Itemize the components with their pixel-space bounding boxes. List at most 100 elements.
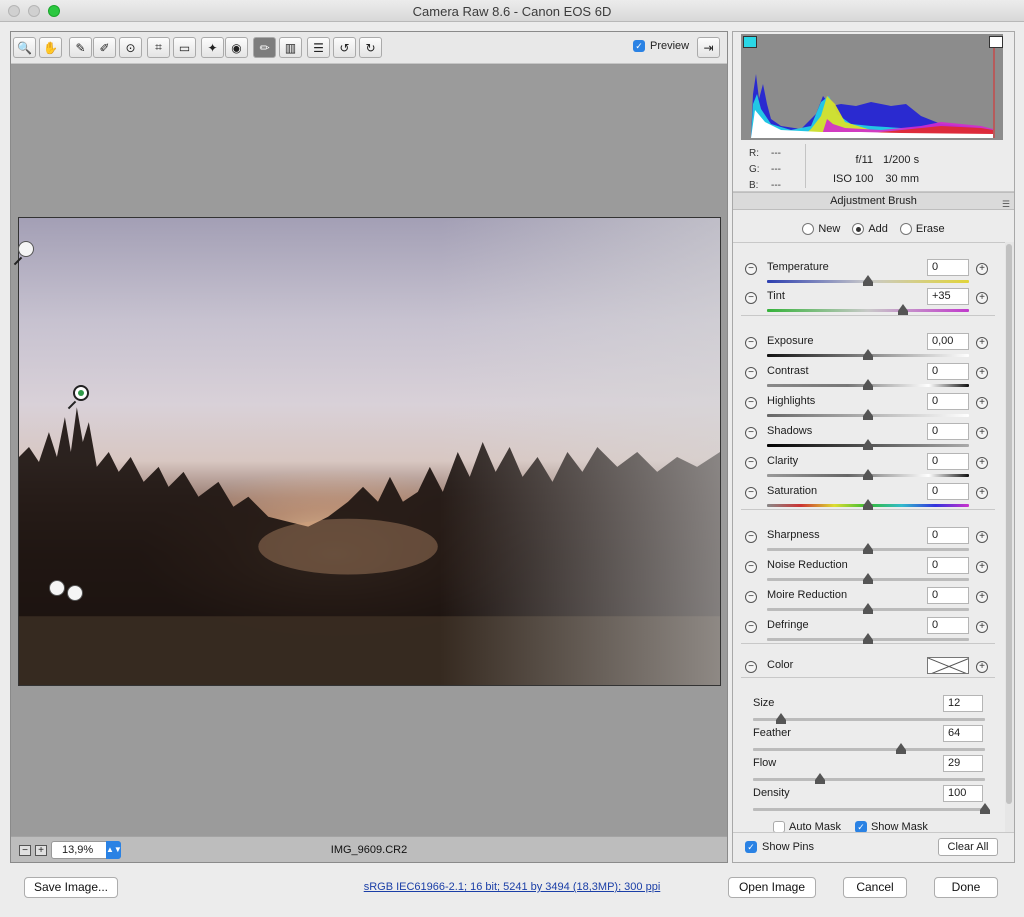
- highlight-clipping-icon[interactable]: [989, 36, 1003, 48]
- graduated-filter-tool[interactable]: ▥: [279, 37, 302, 58]
- preview-checkbox[interactable]: ✓: [633, 40, 645, 52]
- white-balance-tool[interactable]: ✎: [69, 37, 92, 58]
- show-mask-checkbox[interactable]: ✓: [854, 821, 867, 832]
- adjustment-pin[interactable]: [49, 580, 65, 596]
- panel-menu-icon[interactable]: ☰: [1002, 196, 1010, 212]
- show-pins-checkbox[interactable]: ✓: [745, 841, 757, 853]
- noise-reduction-thumb[interactable]: [863, 573, 873, 584]
- increase-defringe-button[interactable]: +: [976, 621, 988, 633]
- clear-all-button[interactable]: Clear All: [938, 838, 998, 856]
- auto-mask-checkbox[interactable]: [773, 821, 785, 832]
- exposure-thumb[interactable]: [863, 349, 873, 360]
- moire-reduction-thumb[interactable]: [863, 603, 873, 614]
- decrease-highlights-button[interactable]: −: [745, 397, 757, 409]
- highlights-thumb[interactable]: [863, 409, 873, 420]
- show-pins-toggle[interactable]: ✓ Show Pins: [745, 841, 814, 853]
- tint-track[interactable]: [767, 309, 969, 312]
- panel-scrollbar[interactable]: [1005, 242, 1014, 832]
- noise-reduction-value-field[interactable]: 0: [927, 557, 969, 574]
- saturation-thumb[interactable]: [863, 499, 873, 510]
- color-sampler-tool[interactable]: ✐: [93, 37, 116, 58]
- increase-exposure-button[interactable]: +: [976, 337, 988, 349]
- shadows-thumb[interactable]: [863, 439, 873, 450]
- spot-removal-tool[interactable]: ✦: [201, 37, 224, 58]
- temperature-thumb[interactable]: [863, 275, 873, 286]
- increase-highlights-button[interactable]: +: [976, 397, 988, 409]
- defringe-thumb[interactable]: [863, 633, 873, 644]
- brush-flow-value-field[interactable]: 29: [943, 755, 983, 772]
- decrease-temperature-button[interactable]: −: [745, 263, 757, 275]
- brush-flow-track[interactable]: [753, 778, 985, 781]
- targeted-adjustment-tool[interactable]: ⊙: [119, 37, 142, 58]
- image-canvas[interactable]: [11, 65, 727, 836]
- increase-noise-reduction-button[interactable]: +: [976, 561, 988, 573]
- increase-moire-reduction-button[interactable]: +: [976, 591, 988, 603]
- exposure-value-field[interactable]: 0,00: [927, 333, 969, 350]
- defringe-value-field[interactable]: 0: [927, 617, 969, 634]
- clarity-value-field[interactable]: 0: [927, 453, 969, 470]
- contrast-value-field[interactable]: 0: [927, 363, 969, 380]
- brush-size-value-field[interactable]: 12: [943, 695, 983, 712]
- increase-contrast-button[interactable]: +: [976, 367, 988, 379]
- brush-feather-thumb[interactable]: [896, 743, 907, 754]
- brush-density-value-field[interactable]: 100: [943, 785, 983, 802]
- increase-temperature-button[interactable]: +: [976, 263, 988, 275]
- saturation-value-field[interactable]: 0: [927, 483, 969, 500]
- decrease-shadows-button[interactable]: −: [745, 427, 757, 439]
- contrast-thumb[interactable]: [863, 379, 873, 390]
- shadows-value-field[interactable]: 0: [927, 423, 969, 440]
- brush-density-thumb[interactable]: [980, 803, 990, 814]
- preferences-button[interactable]: ☰: [307, 37, 330, 58]
- mode-new-radio[interactable]: New: [802, 218, 840, 240]
- increase-sharpness-button[interactable]: +: [976, 531, 988, 543]
- show-mask-toggle[interactable]: ✓ Show Mask: [854, 821, 928, 832]
- hand-tool[interactable]: ✋: [39, 37, 62, 58]
- open-image-button[interactable]: Open Image: [728, 877, 816, 898]
- adjustment-brush-tool[interactable]: ✏: [253, 37, 276, 58]
- brush-density-track[interactable]: [753, 808, 985, 811]
- sharpness-thumb[interactable]: [863, 543, 873, 554]
- rotate-ccw-button[interactable]: ↺: [333, 37, 356, 58]
- decrease-defringe-button[interactable]: −: [745, 621, 757, 633]
- highlights-value-field[interactable]: 0: [927, 393, 969, 410]
- straighten-tool[interactable]: ▭: [173, 37, 196, 58]
- selected-adjustment-pin[interactable]: [73, 385, 89, 401]
- sharpness-value-field[interactable]: 0: [927, 527, 969, 544]
- add-color-button[interactable]: +: [976, 661, 988, 673]
- rotate-cw-button[interactable]: ↻: [359, 37, 382, 58]
- decrease-sharpness-button[interactable]: −: [745, 531, 757, 543]
- scrollbar-thumb[interactable]: [1006, 244, 1012, 804]
- preview-toggle[interactable]: ✓ Preview: [633, 40, 689, 52]
- photo-preview[interactable]: [18, 217, 721, 686]
- brush-size-thumb[interactable]: [775, 713, 786, 724]
- zoom-tool[interactable]: 🔍: [13, 37, 36, 58]
- adjustment-pin[interactable]: [67, 585, 83, 601]
- decrease-clarity-button[interactable]: −: [745, 457, 757, 469]
- cancel-button[interactable]: Cancel: [843, 877, 907, 898]
- color-swatch[interactable]: [927, 657, 969, 674]
- moire-reduction-value-field[interactable]: 0: [927, 587, 969, 604]
- brush-flow-thumb[interactable]: [815, 773, 826, 784]
- crop-tool[interactable]: ⌗: [147, 37, 170, 58]
- mode-add-radio[interactable]: Add: [852, 218, 888, 240]
- decrease-moire-reduction-button[interactable]: −: [745, 591, 757, 603]
- increase-clarity-button[interactable]: +: [976, 457, 988, 469]
- brush-feather-value-field[interactable]: 64: [943, 725, 983, 742]
- brush-size-track[interactable]: [753, 718, 985, 721]
- decrease-tint-button[interactable]: −: [745, 292, 757, 304]
- shadow-clipping-icon[interactable]: [743, 36, 757, 48]
- increase-saturation-button[interactable]: +: [976, 487, 988, 499]
- brush-feather-track[interactable]: [753, 748, 985, 751]
- increase-shadows-button[interactable]: +: [976, 427, 988, 439]
- decrease-contrast-button[interactable]: −: [745, 367, 757, 379]
- temperature-value-field[interactable]: 0: [927, 259, 969, 276]
- tint-value-field[interactable]: +35: [927, 288, 969, 305]
- adjustment-pin[interactable]: [18, 241, 34, 257]
- decrease-exposure-button[interactable]: −: [745, 337, 757, 349]
- remove-color-button[interactable]: −: [745, 661, 757, 673]
- tint-thumb[interactable]: [898, 304, 909, 315]
- done-button[interactable]: Done: [934, 877, 998, 898]
- increase-tint-button[interactable]: +: [976, 292, 988, 304]
- fullscreen-button[interactable]: ⇥: [697, 37, 720, 58]
- decrease-saturation-button[interactable]: −: [745, 487, 757, 499]
